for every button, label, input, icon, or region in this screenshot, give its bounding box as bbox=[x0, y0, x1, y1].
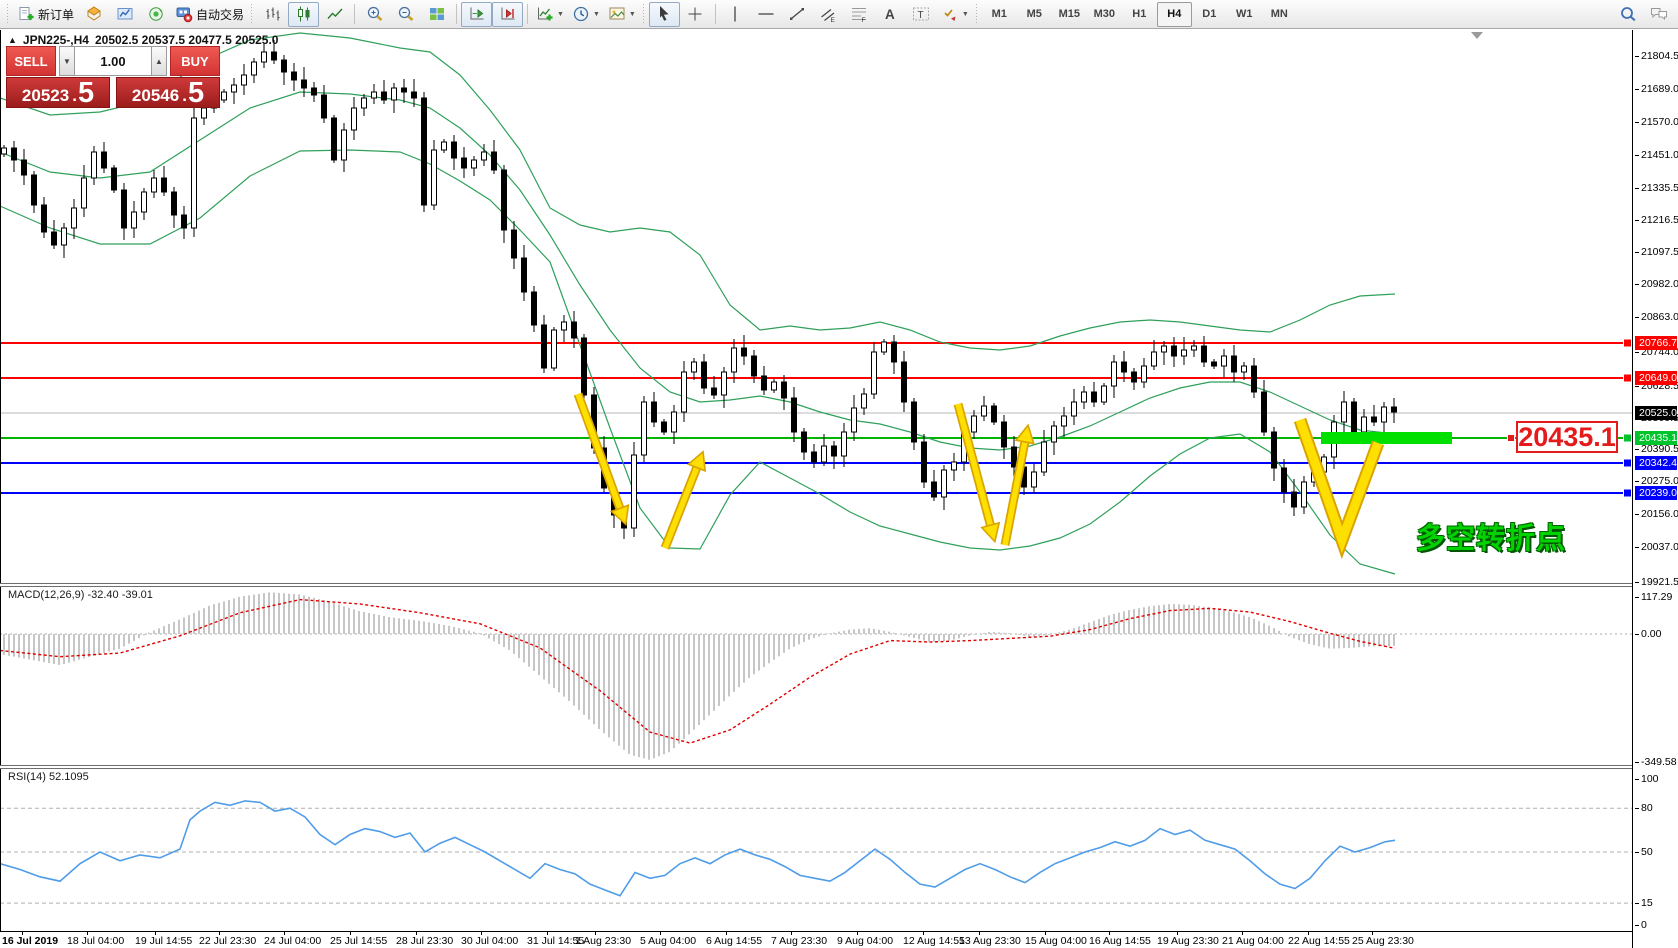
time-label: 5 Aug 04:00 bbox=[640, 935, 696, 947]
price-tick: 19921.5 bbox=[1635, 576, 1678, 588]
price-tick: 21689.0 bbox=[1635, 83, 1678, 95]
time-label: 24 Jul 04:00 bbox=[264, 935, 321, 947]
turning-point-annotation[interactable]: 多空转折点 bbox=[1416, 515, 1566, 557]
buy-button[interactable]: BUY bbox=[170, 46, 220, 76]
price-tick: 117.29 bbox=[1635, 591, 1672, 603]
time-label: 9 Aug 04:00 bbox=[837, 935, 893, 947]
symbol-title: JPN225-,H4 bbox=[23, 33, 89, 47]
buy-price-display[interactable]: 20546.5 bbox=[116, 77, 220, 108]
panel-separator-main-macd[interactable] bbox=[0, 583, 1632, 587]
main-chart-area[interactable] bbox=[0, 30, 1632, 583]
price-tick: 80 bbox=[1635, 802, 1653, 814]
time-label: 25 Jul 14:55 bbox=[330, 935, 387, 947]
price-tick: 20982.0 bbox=[1635, 278, 1678, 290]
price-tag-20342.4: 20342.4 bbox=[1635, 456, 1677, 470]
rsi-panel[interactable] bbox=[0, 769, 1632, 931]
price-tick: 0 bbox=[1635, 919, 1647, 931]
collapse-panel-icon[interactable]: ▲ bbox=[8, 35, 17, 45]
volume-stepper: ▼ ▲ bbox=[59, 46, 167, 76]
price-tick: 100 bbox=[1635, 773, 1659, 785]
volume-increase-button[interactable]: ▲ bbox=[151, 46, 167, 76]
symbol-ohlc: 20502.5 20537.5 20477.5 20525.0 bbox=[95, 33, 279, 47]
time-label: 16 Aug 14:55 bbox=[1089, 935, 1151, 947]
time-label: 19 Aug 23:30 bbox=[1157, 935, 1219, 947]
price-tick: 0.00 bbox=[1635, 628, 1661, 640]
time-label: 15 Aug 04:00 bbox=[1025, 935, 1087, 947]
price-tick: 20156.0 bbox=[1635, 508, 1678, 520]
panel-separator-macd-rsi[interactable] bbox=[0, 765, 1632, 769]
price-tick: 21216.5 bbox=[1635, 214, 1678, 226]
time-label: 28 Jul 23:30 bbox=[396, 935, 453, 947]
price-tick: 21451.0 bbox=[1635, 149, 1678, 161]
price-flag-anchor bbox=[1507, 434, 1515, 442]
time-axis[interactable]: 16 Jul 2019 18 Jul 04:00 19 Jul 14:55 22 Ju… bbox=[0, 931, 1632, 948]
price-tick: 15 bbox=[1635, 897, 1653, 909]
price-tick: 20037.0 bbox=[1635, 541, 1678, 553]
time-label: 13 Aug 23:30 bbox=[959, 935, 1021, 947]
price-tag-20649.0: 20649.0 bbox=[1635, 371, 1677, 385]
time-label: 22 Aug 14:55 bbox=[1288, 935, 1350, 947]
rsi-label: RSI(14) 52.1095 bbox=[8, 771, 89, 783]
macd-panel[interactable] bbox=[0, 587, 1632, 765]
volume-input[interactable] bbox=[75, 46, 151, 76]
price-tag-20766.7: 20766.7 bbox=[1635, 336, 1677, 350]
price-axis[interactable]: 21804.5 21689.0 21570.0 21451.0 21335.5 21216… bbox=[1632, 30, 1678, 948]
price-tick: 21804.5 bbox=[1635, 50, 1678, 62]
time-label: 7 Aug 23:30 bbox=[771, 935, 827, 947]
time-label: 12 Aug 14:55 bbox=[903, 935, 965, 947]
symbol-header: ▲ JPN225-,H4 20502.5 20537.5 20477.5 205… bbox=[8, 33, 278, 47]
price-tag-20525.0: 20525.0 bbox=[1635, 406, 1677, 420]
one-click-trade-panel: SELL ▼ ▲ BUY 20523.5 20546.5 bbox=[6, 46, 220, 108]
price-tick: -349.58 bbox=[1635, 756, 1677, 768]
price-tag-20435.1: 20435.1 bbox=[1635, 431, 1677, 445]
price-tick: 50 bbox=[1635, 846, 1653, 858]
sell-price-display[interactable]: 20523.5 bbox=[6, 77, 110, 108]
time-label: 6 Aug 14:55 bbox=[706, 935, 762, 947]
price-tick: 21097.5 bbox=[1635, 246, 1678, 258]
time-label: 21 Aug 04:00 bbox=[1222, 935, 1284, 947]
price-tick: 21335.5 bbox=[1635, 182, 1678, 194]
chat-icon bbox=[1650, 5, 1668, 23]
price-flag-annotation[interactable]: 20435.1 bbox=[1516, 421, 1618, 453]
mt4-window: 新订单自动交易▼▼▼EFAT▼M1M5M15M30H1H4D1W1MN ▲ JP… bbox=[0, 0, 1678, 948]
volume-decrease-button[interactable]: ▼ bbox=[59, 46, 75, 76]
macd-label: MACD(12,26,9) -32.40 -39.01 bbox=[8, 589, 153, 601]
price-tag-20239.0: 20239.0 bbox=[1635, 486, 1677, 500]
time-label: 18 Jul 04:00 bbox=[67, 935, 124, 947]
price-tick: 21570.0 bbox=[1635, 116, 1678, 128]
time-label: 1 Aug 23:30 bbox=[575, 935, 631, 947]
time-label: 25 Aug 23:30 bbox=[1352, 935, 1414, 947]
time-label: 30 Jul 04:00 bbox=[461, 935, 518, 947]
chat-button[interactable] bbox=[1643, 2, 1674, 27]
time-label: 16 Jul 2019 bbox=[2, 935, 58, 947]
time-label: 22 Jul 23:30 bbox=[199, 935, 256, 947]
sell-button[interactable]: SELL bbox=[6, 46, 56, 76]
time-label: 19 Jul 14:55 bbox=[135, 935, 192, 947]
price-tick: 20863.0 bbox=[1635, 311, 1678, 323]
